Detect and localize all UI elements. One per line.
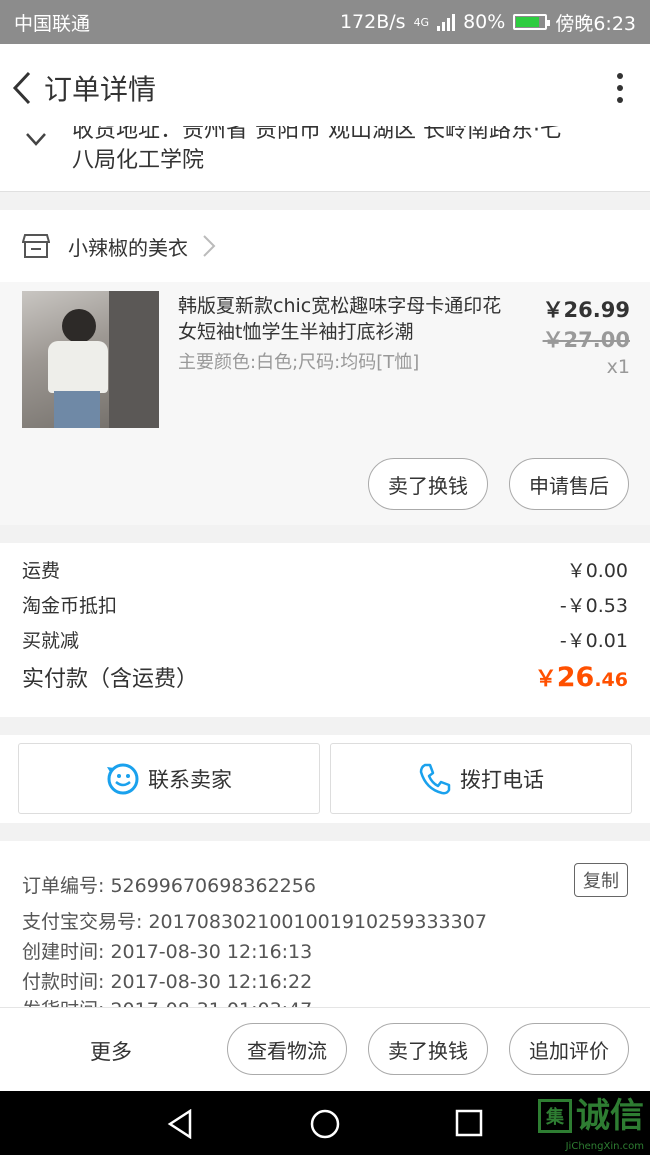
order-info: 订单编号: 526996706983622​56 复制 支付宝交易号: 2017… bbox=[0, 841, 650, 1007]
store-icon bbox=[22, 234, 50, 258]
recents-square-icon[interactable] bbox=[455, 1109, 483, 1137]
coin-label: 淘金币抵扣 bbox=[22, 595, 118, 617]
total-decimal: .46 bbox=[594, 669, 628, 691]
network-type: 4G bbox=[413, 15, 430, 29]
view-logistics-button[interactable]: 查看物流 bbox=[227, 1023, 347, 1075]
address-section: 收货地址：贵州省 贵阳市 观山湖区 长岭南路东·七 八局化工学院 bbox=[0, 126, 650, 192]
paid-time: 付款时间: 2017-08-30 12:16:22 bbox=[22, 971, 313, 993]
total-label: 实付款（含运费） bbox=[22, 667, 199, 692]
page-title: 订单详情 bbox=[44, 72, 157, 106]
total-integer: 26 bbox=[556, 662, 595, 693]
back-button[interactable] bbox=[0, 44, 44, 132]
location-pin-icon bbox=[26, 133, 46, 146]
status-bar: 中国联通 172B/s 4G 80% 傍晚6:23 bbox=[0, 0, 650, 44]
shop-name: 小辣椒的美衣 bbox=[68, 235, 188, 260]
signal-icon bbox=[437, 13, 456, 31]
product-image[interactable] bbox=[22, 291, 159, 428]
order-item[interactable]: 韩版夏新款chic宽松趣味字母卡通印花女短袖t恤学生半袖打底衫潮 主要颜色:白色… bbox=[0, 282, 650, 525]
product-quantity: x1 bbox=[606, 356, 630, 378]
chevron-left-icon bbox=[12, 71, 31, 104]
bottom-sell-button[interactable]: 卖了换钱 bbox=[368, 1023, 488, 1075]
network-speed: 172B/s bbox=[339, 11, 406, 33]
contact-section: 联系卖家 拨打电话 bbox=[0, 735, 650, 823]
add-review-button[interactable]: 追加评价 bbox=[509, 1023, 629, 1075]
watermark-logo: 集 诚信 bbox=[538, 1099, 644, 1133]
total-currency: ￥ bbox=[534, 667, 557, 692]
status-right: 172B/s 4G 80% 傍晚6:23 bbox=[340, 9, 636, 36]
battery-fill bbox=[516, 17, 539, 27]
nav-bar: 订单详情 bbox=[0, 44, 650, 132]
created-time: 创建时间: 2017-08-30 12:16:13 bbox=[22, 941, 313, 963]
clock: 傍晚6:23 bbox=[555, 12, 636, 35]
after-sale-button[interactable]: 申请售后 bbox=[509, 458, 629, 510]
watermark-url: JiChengXin.com bbox=[565, 1141, 644, 1152]
discount-value: -￥0.01 bbox=[559, 630, 628, 652]
battery-icon bbox=[513, 14, 551, 30]
back-triangle-icon[interactable] bbox=[166, 1109, 194, 1139]
shipped-time: 发货时间: 2017-08-31 01:03:47 bbox=[22, 995, 312, 1007]
watermark-text: 诚信 bbox=[576, 1096, 644, 1136]
call-label: 拨打电话 bbox=[460, 767, 544, 792]
sell-button[interactable]: 卖了换钱 bbox=[368, 458, 488, 510]
shipping-value: ￥0.00 bbox=[566, 560, 628, 582]
battery-percent: 80% bbox=[463, 11, 506, 33]
more-vertical-icon[interactable] bbox=[590, 44, 650, 132]
product-price: ￥26.99 bbox=[542, 298, 630, 322]
system-nav-bar: 集 诚信 JiChengXin.com bbox=[0, 1091, 650, 1155]
product-title: 韩版夏新款chic宽松趣味字母卡通印花女短袖t恤学生半袖打底衫潮 bbox=[178, 295, 502, 343]
total-row: 实付款（含运费） ￥26.46 bbox=[22, 661, 628, 693]
cost-summary: 运费 ￥0.00 淘金币抵扣 -￥0.53 买就减 -￥0.01 实付款（含运费… bbox=[0, 543, 650, 717]
product-original-price: ￥27.00 bbox=[542, 328, 630, 352]
total-amount: ￥26.46 bbox=[535, 661, 628, 693]
chevron-right-icon bbox=[203, 235, 216, 257]
home-circle-icon[interactable] bbox=[309, 1108, 341, 1140]
more-button[interactable]: 更多 bbox=[90, 1036, 132, 1066]
address-line-2: 八局化工学院 bbox=[72, 148, 205, 173]
contact-seller-label: 联系卖家 bbox=[148, 767, 232, 792]
call-button[interactable]: 拨打电话 bbox=[330, 743, 632, 814]
order-number: 订单编号: 526996706983622​56 bbox=[22, 875, 316, 897]
shipping-label: 运费 bbox=[22, 560, 61, 582]
carrier-name: 中国联通 bbox=[14, 12, 91, 35]
shop-header[interactable]: 小辣椒的美衣 bbox=[0, 210, 650, 282]
shipping-row: 运费 ￥0.00 bbox=[22, 556, 628, 583]
watermark-box: 集 bbox=[538, 1099, 572, 1133]
phone-icon bbox=[419, 763, 451, 794]
discount-label: 买就减 bbox=[22, 630, 80, 652]
shop-card: 小辣椒的美衣 韩版夏新款chic宽松趣味字母卡通印花女短袖t恤学生半袖打底衫潮 … bbox=[0, 210, 650, 525]
coin-row: 淘金币抵扣 -￥0.53 bbox=[22, 591, 628, 618]
contact-seller-button[interactable]: 联系卖家 bbox=[18, 743, 320, 814]
chat-face-icon bbox=[107, 763, 139, 794]
product-spec: 主要颜色:白色;尺码:均码[T恤] bbox=[178, 352, 420, 373]
copy-button[interactable]: 复制 bbox=[574, 863, 628, 897]
discount-row: 买就减 -￥0.01 bbox=[22, 626, 628, 653]
coin-value: -￥0.53 bbox=[559, 595, 628, 617]
bottom-action-bar: 更多 查看物流 卖了换钱 追加评价 bbox=[0, 1007, 650, 1091]
alipay-number: 支付宝交易号: 2017083021001001910259333307 bbox=[22, 911, 487, 933]
